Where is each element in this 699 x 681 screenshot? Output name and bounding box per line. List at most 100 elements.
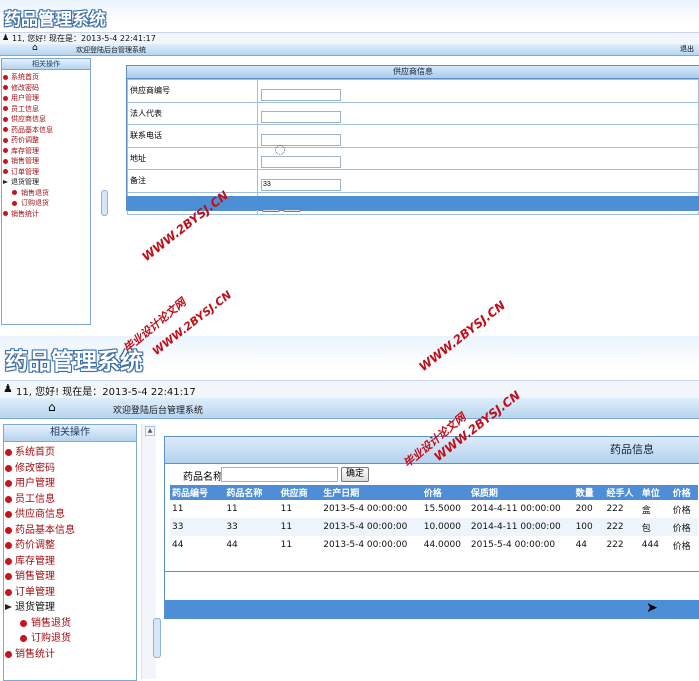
sidebar-item[interactable]: 药品基本信息 — [4, 523, 136, 539]
bullet-icon — [12, 200, 17, 206]
collapse-toggle-large[interactable] — [153, 618, 161, 658]
sidebar-item[interactable]: 退货管理 — [2, 177, 90, 188]
sidebar-item[interactable]: 用户管理 — [2, 93, 90, 104]
welcome-text-large: 欢迎登陆后台管理系统 — [113, 406, 204, 416]
form-field-input[interactable] — [261, 156, 341, 168]
scroll-up-icon[interactable]: ▲ — [145, 426, 155, 436]
table-cell: 15.5000 — [423, 504, 461, 514]
sidebar-item-label: 药价调整 — [11, 136, 39, 144]
form-row: 地址 — [127, 146, 699, 170]
table-cell: 盒 — [641, 505, 651, 516]
sidebar-item-label: 供应商信息 — [11, 115, 46, 123]
sidebar-item[interactable]: 销售退货 — [4, 616, 136, 632]
table-row[interactable]: 33 33 11 2013-5-4 00:00:00 10.0000 2014-4-11 … — [170, 518, 698, 536]
sidebar-item[interactable]: 销售管理 — [4, 569, 136, 585]
top-navbar: ⌂ 欢迎登陆后台管理系统 退出 — [0, 43, 699, 56]
table-cell: 11 — [172, 504, 184, 514]
table-row[interactable]: 11 11 11 2013-5-4 00:00:00 15.5000 2014-4-11 … — [170, 500, 698, 518]
table-cell: 33 — [172, 522, 184, 532]
table-cell: 222 — [606, 540, 624, 550]
column-header[interactable]: 单位 — [639, 485, 671, 500]
form-row: 联系电话 — [127, 124, 699, 148]
sidebar-item[interactable]: 药品基本信息 — [2, 125, 90, 136]
sidebar-item[interactable]: 订购退货 — [4, 631, 136, 647]
bullet-icon — [5, 449, 12, 457]
bullet-icon — [3, 106, 8, 112]
form-field-cell — [257, 101, 699, 125]
sidebar-item[interactable]: 订购退货 — [2, 198, 90, 209]
sidebar-item[interactable]: 修改密码 — [2, 83, 90, 94]
column-header[interactable]: 价格 — [670, 485, 698, 500]
home-icon-large[interactable]: ⌂ — [48, 400, 56, 414]
form-field-label: 备注 — [127, 169, 258, 193]
column-header[interactable]: 生产日期 — [321, 485, 422, 500]
sidebar-item-label: 销售管理 — [11, 157, 39, 165]
sidebar-item[interactable]: 药价调整 — [4, 538, 136, 554]
column-header[interactable]: 供应商 — [278, 485, 322, 500]
form-field-input[interactable] — [261, 178, 341, 191]
bottom-sidebar: 相关操作 系统首页 修改密码 用户管理 员工信息 供应商信息 药品基本信息 药价调整 库存管理… — [3, 424, 137, 681]
column-header[interactable]: 药品名称 — [224, 485, 279, 500]
table-cell: 价格 — [672, 505, 691, 516]
sidebar-item-label: 药品基本信息 — [11, 125, 53, 134]
sidebar-item[interactable]: 订单管理 — [4, 585, 136, 601]
bullet-icon — [3, 137, 8, 143]
sidebar-item[interactable]: 销售退货 — [2, 188, 90, 199]
form-field-input[interactable] — [261, 111, 341, 123]
table-cell: 2014-4-11 00:00:00 — [470, 522, 561, 532]
sidebar-item-label: 订购退货 — [21, 199, 49, 207]
sidebar-item[interactable]: 订单管理 — [2, 167, 90, 178]
sidebar-item[interactable]: 销售统计 — [2, 209, 90, 220]
sidebar-item-label: 销售退货 — [31, 617, 71, 629]
collapse-toggle[interactable] — [101, 190, 108, 216]
bullet-icon — [3, 158, 8, 164]
bullet-icon — [3, 74, 8, 80]
user-icon-large: ♟ — [3, 382, 13, 395]
exit-link[interactable]: 退出 — [680, 44, 694, 54]
form-field-input[interactable] — [261, 88, 341, 101]
bullet-icon — [3, 127, 8, 133]
column-header[interactable]: 保质期 — [468, 485, 574, 500]
sidebar-item[interactable]: 库存管理 — [2, 146, 90, 157]
table-row[interactable]: 44 44 11 2013-5-4 00:00:00 44.0000 2015-5-4 0… — [170, 536, 698, 554]
sidebar-item[interactable]: 员工信息 — [2, 104, 90, 115]
sidebar-item-label: 销售统计 — [11, 209, 39, 218]
form-field-input[interactable] — [261, 133, 341, 146]
sidebar-menu: 系统首页 修改密码 用户管理 员工信息 供应商信息药品基本信息 药价调整库存管理销售管理订… — [2, 72, 90, 219]
sidebar-menu-large: 系统首页 修改密码 用户管理 员工信息 供应商信息 药品基本信息 药价调整 库存管理 销售管理订… — [4, 445, 136, 662]
sidebar-item[interactable]: 系统首页 — [4, 445, 136, 461]
form-row: 供应商编号 — [127, 79, 699, 103]
sidebar-item[interactable]: 库存管理 — [4, 554, 136, 570]
sidebar-item[interactable]: 用户管理 — [4, 476, 136, 492]
sidebar-item[interactable]: 退货管理 — [4, 600, 136, 616]
form-field-label: 联系电话 — [127, 124, 258, 148]
sidebar-item-label: 订购退货 — [31, 633, 71, 644]
sidebar-item[interactable]: 系统首页 — [2, 72, 90, 83]
home-icon[interactable]: ⌂ — [32, 43, 38, 53]
sidebar-item-label: 订单管理 — [15, 586, 55, 598]
column-header[interactable]: 药品编号 — [170, 485, 225, 500]
form-field-cell — [257, 124, 699, 148]
sidebar-item-label: 库存管理 — [11, 146, 39, 155]
sidebar-item[interactable]: 供应商信息 — [2, 114, 90, 125]
busy-cursor-icon — [275, 145, 285, 155]
sidebar-item[interactable]: 销售统计 — [4, 647, 136, 663]
sidebar-item[interactable]: 销售管理 — [2, 156, 90, 167]
table-cell: 44 — [575, 540, 588, 550]
table-cell: 2014-4-11 00:00:00 — [470, 504, 561, 514]
sidebar-item[interactable]: 修改密码 — [4, 461, 136, 477]
bottom-greeting-bar: ♟ 11, 您好! 现在是：2013-5-4 22:41:17 — [0, 380, 699, 400]
sidebar-item[interactable]: 员工信息 — [4, 492, 136, 508]
sidebar-item-label: 修改密码 — [11, 83, 39, 92]
search-input[interactable] — [221, 467, 338, 482]
column-header[interactable]: 数量 — [573, 485, 605, 500]
column-header[interactable]: 价格 — [421, 485, 469, 500]
column-header[interactable]: 经手人 — [604, 485, 640, 500]
table-cell: 33 — [226, 522, 238, 532]
bottom-header: 药品管理系统 — [0, 336, 699, 380]
table-cell: 2013-5-4 00:00:00 — [323, 522, 408, 532]
search-button[interactable]: 确定 — [341, 467, 369, 482]
sidebar-item[interactable]: 供应商信息 — [4, 507, 136, 523]
sidebar-item[interactable]: 药价调整 — [2, 135, 90, 146]
welcome-text: 欢迎登陆后台管理系统 — [76, 46, 146, 54]
